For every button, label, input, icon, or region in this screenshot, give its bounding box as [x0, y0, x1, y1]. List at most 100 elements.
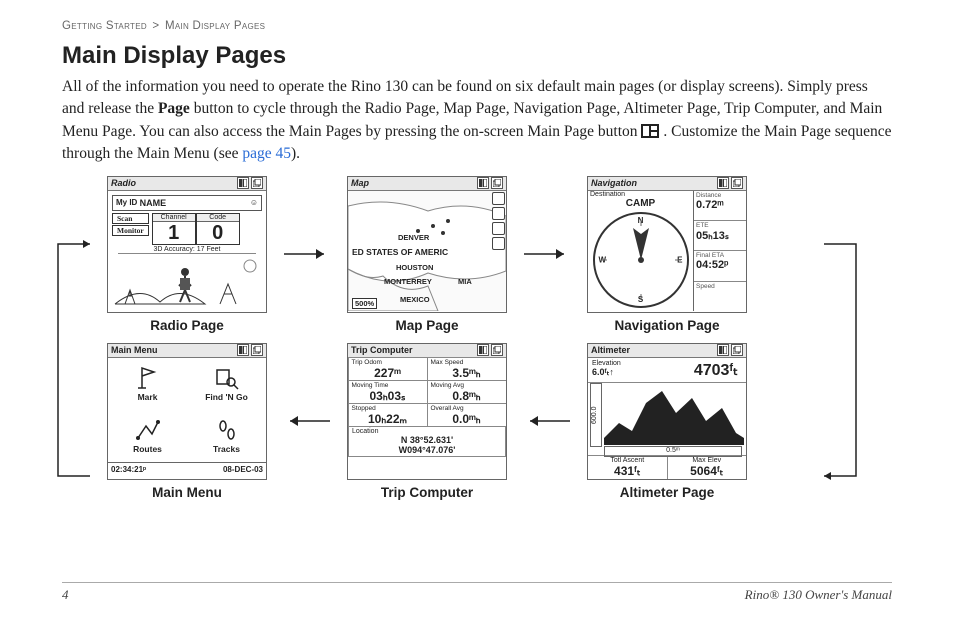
map-screen: Map	[347, 176, 507, 313]
trip-cell-5: Overall Avg0.0ᵐₕ	[427, 403, 507, 427]
map-tool-button-2[interactable]	[492, 237, 505, 250]
radio-myid-row: My ID NAME ☺	[112, 195, 262, 211]
trip-cell-2: Moving Time03ₕ03ₛ	[348, 380, 428, 404]
flag-icon	[134, 366, 162, 390]
screen-icon-tabs	[717, 344, 729, 356]
loop-arrow-left	[50, 236, 100, 486]
compass-icon: N S E W	[593, 212, 689, 308]
breadcrumb-sub: Main Display Pages	[165, 20, 265, 32]
menu-item-find-label: Find 'N Go	[205, 392, 248, 402]
radio-caption: Radio Page	[150, 318, 224, 333]
alt-maxelev-value: 5064ᶠₜ	[668, 464, 747, 478]
menu-item-tracks[interactable]: Tracks	[187, 410, 266, 462]
screen-icon-tabs	[237, 177, 249, 189]
alt-cell: Altimeter Elevation6.0ᶠₜ↑ 4703ᶠₜ 600.0	[582, 343, 752, 500]
trip-cell-1-value: 3.5ᵐₕ	[431, 366, 503, 380]
breadcrumb-separator: >	[152, 20, 159, 32]
map-tool-button-1[interactable]	[492, 222, 505, 235]
alt-bottom-row: Totl Ascent431ᶠₜ Max Elev5064ᶠₜ	[588, 455, 746, 479]
page-number: 4	[62, 587, 69, 603]
nav-dest-row: DestinationCAMP	[590, 191, 691, 209]
radio-scene: 3D Accuracy: 17 Feet	[110, 246, 264, 308]
scan-button[interactable]: Scan	[112, 213, 149, 224]
screen-icon-stack	[251, 177, 263, 189]
menu-time: 02:34:21ᵖ	[111, 465, 146, 474]
radio-controls-row: Scan Monitor Channel 1 Code 0	[112, 213, 262, 245]
alt-ascent-cell: Totl Ascent431ᶠₜ	[588, 456, 668, 479]
screen-icon-tabs	[477, 177, 489, 189]
map-zoom-in-button[interactable]	[492, 192, 505, 205]
map-cell: Map	[342, 176, 512, 333]
alt-yscale: 600.0	[590, 383, 602, 447]
map-titlebar: Map	[348, 177, 506, 191]
doc-title: Rino® 130 Owner's Manual	[745, 587, 892, 603]
radio-screen: Radio My ID NAME ☺ Scan	[107, 176, 267, 313]
nav-field-1-value: 05ₕ13ₛ	[696, 229, 744, 242]
screen-icon-tabs	[717, 177, 729, 189]
nav-body: DestinationCAMP N S E W	[588, 191, 746, 311]
nav-field-2: Final ETA04:52ᵖ	[694, 251, 746, 281]
menu-item-mark[interactable]: Mark	[108, 358, 187, 410]
menu-item-find[interactable]: Find 'N Go	[187, 358, 266, 410]
nav-field-0-label: Distance	[696, 192, 744, 199]
breadcrumb-section: Getting Started	[62, 20, 147, 32]
radio-titlebar: Radio	[108, 177, 266, 191]
alt-caption: Altimeter Page	[620, 485, 715, 500]
accuracy-text: 3D Accuracy: 17 Feet	[118, 246, 256, 254]
nav-field-2-label: Final ETA	[696, 252, 744, 259]
map-zoom-out-button[interactable]	[492, 207, 505, 220]
monitor-button[interactable]: Monitor	[112, 225, 149, 236]
alt-elev-delta: 6.0ᶠₜ↑	[592, 367, 665, 378]
alt-ascent-value: 431ᶠₜ	[588, 464, 667, 478]
alt-title-text: Altimeter	[591, 345, 715, 355]
trip-cell-3-value: 0.8ᵐₕ	[431, 389, 503, 403]
intro-paragraph: All of the information you need to opera…	[62, 76, 892, 166]
page-45-link[interactable]: page 45	[242, 145, 291, 162]
nav-field-1: ETE05ₕ13ₛ	[694, 221, 746, 251]
nav-field-3: Speed	[694, 282, 746, 311]
map-label-denver: DENVER	[398, 233, 429, 242]
nav-dest-label: Destination	[590, 191, 691, 198]
menu-titlebar: Main Menu	[108, 344, 266, 358]
arrow-left-1	[272, 354, 342, 489]
trip-screen: Trip Computer Trip Odom227ᵐ Max Speed3.5…	[347, 343, 507, 480]
trip-cell-3-label: Moving Avg	[431, 382, 503, 389]
menu-title-text: Main Menu	[111, 345, 235, 355]
trip-cell-1: Max Speed3.5ᵐₕ	[427, 357, 507, 381]
menu-screen: Main Menu Mark Find 'N Go Routes Tracks …	[107, 343, 267, 480]
trip-location-label: Location	[352, 428, 502, 435]
menu-item-tracks-label: Tracks	[213, 444, 240, 454]
menu-cell: Main Menu Mark Find 'N Go Routes Tracks …	[102, 343, 272, 500]
menu-item-mark-label: Mark	[138, 392, 158, 402]
trip-cell-5-value: 0.0ᵐₕ	[431, 412, 503, 426]
tracks-icon	[213, 418, 241, 442]
trip-cell-4-value: 10ₕ22ₘ	[352, 412, 424, 426]
channel-value: 1	[153, 222, 195, 244]
map-scale: 500%	[352, 298, 377, 309]
map-label-miami: MIA	[458, 277, 472, 286]
nav-screen: Navigation DestinationCAMP N S	[587, 176, 747, 313]
trip-location: Location N 38°52.631' W094°47.076'	[348, 426, 506, 457]
menu-grid: Mark Find 'N Go Routes Tracks	[108, 358, 266, 462]
nav-titlebar: Navigation	[588, 177, 746, 191]
nav-side-fields: Distance0.72ᵐ ETE05ₕ13ₛ Final ETA04:52ᵖ …	[693, 191, 746, 311]
alt-maxelev-cell: Max Elev5064ᶠₜ	[668, 456, 747, 479]
screen-icon-stack	[491, 344, 503, 356]
nav-field-1-label: ETE	[696, 222, 744, 229]
trip-cell-0-value: 227ᵐ	[352, 366, 424, 380]
alt-ascent-label: Totl Ascent	[588, 457, 667, 464]
alt-screen: Altimeter Elevation6.0ᶠₜ↑ 4703ᶠₜ 600.0	[587, 343, 747, 480]
trip-cell-4-label: Stopped	[352, 405, 424, 412]
alt-xscale: 0.5ᵐ	[604, 446, 742, 457]
nav-title-text: Navigation	[591, 178, 715, 188]
menu-caption: Main Menu	[152, 485, 222, 500]
trip-body: Trip Odom227ᵐ Max Speed3.5ᵐₕ Moving Time…	[348, 358, 506, 478]
compass-wrap: DestinationCAMP N S E W	[588, 191, 693, 311]
code-label: Code	[197, 214, 239, 222]
map-body: DENVER ED STATES OF AMERIC HOUSTON MONTE…	[348, 191, 506, 311]
menu-item-routes[interactable]: Routes	[108, 410, 187, 462]
screen-icon-stack	[491, 177, 503, 189]
breadcrumb: Getting Started > Main Display Pages	[62, 20, 892, 32]
map-title-text: Map	[351, 178, 475, 188]
code-cell: Code 0	[196, 213, 240, 245]
